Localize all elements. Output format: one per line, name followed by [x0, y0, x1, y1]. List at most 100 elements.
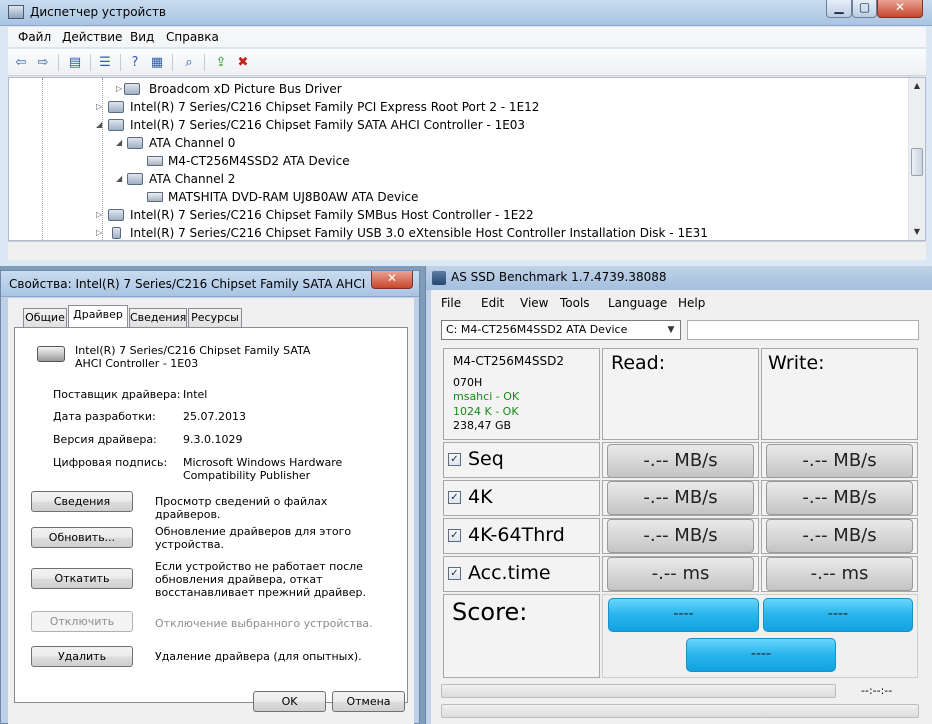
tree-item-usb3[interactable]: ▷ Intel(R) 7 Series/C216 Chipset Family …	[9, 224, 909, 240]
ok-button[interactable]: OK	[253, 691, 326, 712]
tab-driver[interactable]: Драйвер	[68, 305, 128, 327]
seq-write-result: -.-- MB/s	[766, 444, 913, 478]
seq-read-result: -.-- MB/s	[607, 444, 754, 478]
tree-item-ata-channel-0[interactable]: ◢ ATA Channel 0	[9, 134, 909, 152]
scroll-down-icon[interactable]: ▼	[909, 224, 925, 240]
acctime-label: Acc.time	[468, 562, 551, 584]
test-size-field[interactable]	[687, 320, 919, 340]
tree-item-broadcom[interactable]: ▷ Broadcom xD Picture Bus Driver	[9, 80, 909, 98]
menu-language[interactable]: Language	[608, 296, 667, 310]
acctime-checkbox[interactable]: ✓	[448, 567, 461, 580]
status-bar	[8, 241, 926, 260]
score-label: Score:	[452, 598, 528, 626]
menu-file[interactable]: Файл	[18, 30, 51, 44]
elapsed-time: --:--:--	[861, 684, 893, 697]
drive-select[interactable]: C: M4-CT256M4SSD2 ATA Device ▼	[441, 320, 681, 340]
as-ssd-app-icon	[432, 271, 446, 285]
tree-item-pcie-port[interactable]: ▷ Intel(R) 7 Series/C216 Chipset Family …	[9, 98, 909, 116]
tree-item-label: Intel(R) 7 Series/C216 Chipset Family SA…	[130, 118, 526, 132]
tree-item-label: Intel(R) 7 Series/C216 Chipset Family SM…	[130, 208, 534, 222]
signer-label: Цифровая подпись:	[53, 456, 168, 469]
as-ssd-titlebar[interactable]: AS SSD Benchmark 1.7.4739.38088	[426, 266, 932, 290]
menu-file[interactable]: File	[441, 296, 461, 310]
tree-item-label: MATSHITA DVD-RAM UJ8B0AW ATA Device	[168, 190, 419, 204]
4k-write-panel: -.-- MB/s	[761, 480, 918, 516]
tree-item-smbus[interactable]: ▷ Intel(R) 7 Series/C216 Chipset Family …	[9, 206, 909, 224]
back-arrow-icon[interactable]: ⇦	[12, 54, 30, 71]
expand-icon: ▷	[96, 228, 103, 237]
acctime-read-panel: -.-- ms	[602, 556, 759, 592]
tree-item-dvd[interactable]: MATSHITA DVD-RAM UJ8B0AW ATA Device	[9, 188, 909, 206]
tree-item-ssd[interactable]: M4-CT256M4SSD2 ATA Device	[9, 152, 909, 170]
uninstall-device-icon[interactable]: ✖	[234, 54, 252, 71]
expand-icon: ▷	[96, 102, 103, 111]
date-label: Дата разработки:	[53, 410, 156, 423]
properties-icon[interactable]: ☰	[96, 54, 114, 71]
show-hide-tree-icon[interactable]: ▤	[66, 54, 84, 71]
alignment-status: 1024 K - OK	[453, 405, 519, 418]
driver-details-button[interactable]: Сведения	[31, 491, 133, 512]
tree-item-label: ATA Channel 2	[149, 172, 236, 186]
rollback-driver-button[interactable]: Откатить	[31, 568, 133, 589]
acctime-write-panel: -.-- ms	[761, 556, 918, 592]
device-tree[interactable]: ▷ Broadcom xD Picture Bus Driver ▷ Intel…	[8, 77, 926, 241]
drive-model: M4-CT256M4SSD2	[453, 354, 565, 368]
tree-item-ata-channel-2[interactable]: ◢ ATA Channel 2	[9, 170, 909, 188]
menu-view[interactable]: View	[520, 296, 548, 310]
tab-resources[interactable]: Ресурсы	[188, 308, 242, 327]
score-panel: ---- ---- ----	[602, 594, 918, 678]
device-manager-menubar: Файл Действие Вид Справка	[8, 27, 926, 48]
properties-dialog: Свойства: Intel(R) 7 Series/C216 Chipset…	[0, 270, 420, 724]
disable-device-button[interactable]: Отключить	[31, 611, 133, 632]
tree-item-sata-controller[interactable]: ◢ Intel(R) 7 Series/C216 Chipset Family …	[9, 116, 909, 134]
minimize-button[interactable]: ▁	[826, 0, 852, 18]
forward-arrow-icon[interactable]: ⇨	[34, 54, 52, 71]
help-icon[interactable]: ?	[126, 54, 144, 71]
update-driver-button[interactable]: Обновить...	[31, 527, 133, 548]
device-manager-titlebar[interactable]: Диспетчер устройств ▁ ▢ ✕	[0, 0, 932, 26]
vertical-scrollbar[interactable]: ▲ ▼	[908, 78, 925, 240]
uninstall-driver-button[interactable]: Удалить	[31, 646, 133, 667]
tree-item-label: Intel(R) 7 Series/C216 Chipset Family PC…	[130, 100, 540, 114]
menu-help[interactable]: Help	[678, 296, 705, 310]
menu-view[interactable]: Вид	[130, 30, 154, 44]
device-icon	[124, 83, 140, 95]
driver-tab-panel: Intel(R) 7 Series/C216 Chipset Family SA…	[14, 327, 408, 703]
menu-help[interactable]: Справка	[166, 30, 219, 44]
4k-checkbox[interactable]: ✓	[448, 491, 461, 504]
close-button[interactable]: ✕	[877, 0, 923, 18]
cancel-button[interactable]: Отмена	[332, 691, 405, 712]
tab-general[interactable]: Общие	[23, 308, 67, 327]
usb-icon	[112, 227, 121, 239]
properties-titlebar[interactable]: Свойства: Intel(R) 7 Series/C216 Chipset…	[1, 271, 419, 297]
acctime-write-result: -.-- ms	[766, 557, 913, 591]
drive-select-value: C: M4-CT256M4SSD2 ATA Device	[446, 323, 628, 336]
scroll-thumb[interactable]	[911, 148, 923, 176]
menu-edit[interactable]: Edit	[481, 296, 504, 310]
driver-details-description: Просмотр сведений о файлах драйверов.	[155, 495, 328, 521]
tree-item-label: M4-CT256M4SSD2 ATA Device	[168, 154, 350, 168]
4k64-write-panel: -.-- MB/s	[761, 518, 918, 554]
update-driver-icon[interactable]: ⇪	[212, 54, 230, 71]
scan-hardware-icon[interactable]: ⌕	[180, 54, 198, 71]
as-ssd-title: AS SSD Benchmark 1.7.4739.38088	[451, 270, 667, 284]
update-driver-description: Обновление драйверов для этого устройств…	[155, 525, 352, 551]
menu-tools[interactable]: Tools	[560, 296, 590, 310]
close-button[interactable]: ✕	[371, 271, 413, 289]
maximize-button[interactable]: ▢	[852, 0, 877, 18]
menu-action[interactable]: Действие	[62, 30, 122, 44]
toolbar-separator	[172, 54, 173, 71]
expand-icon: ▷	[96, 210, 103, 219]
date-value: 25.07.2013	[183, 410, 246, 423]
4k64-read-panel: -.-- MB/s	[602, 518, 759, 554]
provider-label: Поставщик драйвера:	[53, 388, 181, 401]
4k64-read-result: -.-- MB/s	[607, 519, 754, 553]
console-icon[interactable]: ▦	[148, 54, 166, 71]
properties-title: Свойства: Intel(R) 7 Series/C216 Chipset…	[9, 277, 369, 291]
tab-details[interactable]: Сведения	[129, 308, 187, 327]
chevron-down-icon[interactable]: ▼	[664, 323, 678, 337]
scroll-up-icon[interactable]: ▲	[909, 78, 925, 94]
4k64-checkbox[interactable]: ✓	[448, 529, 461, 542]
seq-checkbox[interactable]: ✓	[448, 453, 461, 466]
score-write: ----	[763, 598, 913, 632]
